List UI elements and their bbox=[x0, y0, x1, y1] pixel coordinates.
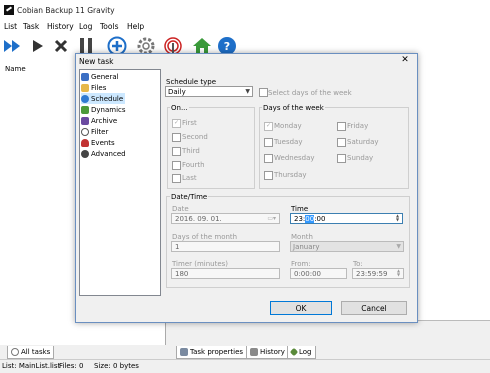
friday-checkbox[interactable] bbox=[337, 122, 346, 133]
from-time-field[interactable]: 0:00:00 bbox=[290, 268, 347, 279]
wednesday-label: Wednesday bbox=[274, 154, 315, 162]
tree-item-filter[interactable]: Filter bbox=[81, 126, 110, 137]
run-all-button[interactable] bbox=[3, 36, 23, 56]
menu-tools[interactable]: Tools bbox=[100, 22, 118, 31]
tree-item-files[interactable]: Files bbox=[81, 82, 108, 93]
ok-button[interactable]: OK bbox=[270, 301, 332, 315]
on-second-checkbox[interactable] bbox=[172, 133, 181, 144]
tab-all-tasks[interactable]: All tasks bbox=[7, 346, 55, 359]
month-select[interactable]: January ▼ bbox=[290, 241, 404, 252]
on-third-label: Third bbox=[182, 147, 200, 155]
tree-item-general[interactable]: General bbox=[81, 71, 121, 82]
date-label: Date bbox=[172, 205, 189, 213]
tree-item-events[interactable]: Events bbox=[81, 137, 117, 148]
days-of-month-label: Days of the month bbox=[172, 233, 238, 241]
time-label: Time bbox=[291, 205, 309, 213]
to-spin-icon[interactable]: ▲ ▼ bbox=[395, 269, 402, 278]
advanced-icon bbox=[81, 149, 89, 158]
schedule-type-select[interactable]: Daily ▼ bbox=[165, 86, 253, 97]
log-icon bbox=[289, 347, 299, 357]
chevron-down-icon: ▼ bbox=[245, 88, 250, 95]
select-days-checkbox[interactable] bbox=[259, 88, 268, 99]
tree-item-archive[interactable]: Archive bbox=[81, 115, 119, 126]
tree-item-schedule[interactable]: Schedule bbox=[81, 93, 126, 104]
cancel-task-button[interactable] bbox=[51, 36, 71, 56]
days-of-month-field[interactable]: 1 bbox=[171, 241, 280, 252]
wednesday-checkbox[interactable] bbox=[264, 154, 273, 165]
sunday-label: Sunday bbox=[347, 154, 374, 162]
stop-x-icon bbox=[54, 39, 68, 53]
tab-history[interactable]: History bbox=[246, 346, 289, 359]
month-chevron-down-icon: ▼ bbox=[396, 243, 401, 250]
menu-log[interactable]: Log bbox=[79, 22, 92, 31]
tab-log[interactable]: Log bbox=[287, 346, 316, 359]
general-icon bbox=[81, 72, 89, 81]
date-time-label: Date/Time bbox=[170, 193, 209, 201]
time-field[interactable]: 23: 00:00 ▲ ▼ bbox=[290, 213, 403, 224]
schedule-type-label: Schedule type bbox=[166, 78, 217, 86]
menu-task[interactable]: Task bbox=[23, 22, 39, 31]
name-column-header[interactable]: Name bbox=[5, 65, 26, 73]
on-first-label: First bbox=[182, 119, 197, 127]
run-button[interactable] bbox=[28, 36, 48, 56]
thursday-label: Thursday bbox=[274, 171, 307, 179]
play-icon bbox=[33, 40, 43, 52]
spin-icon[interactable]: ▲ ▼ bbox=[394, 214, 401, 223]
to-label: To: bbox=[353, 260, 363, 268]
filter-icon bbox=[81, 127, 89, 136]
select-days-label: Select days of the week bbox=[268, 89, 352, 97]
on-last-label: Last bbox=[182, 174, 197, 182]
on-fourth-label: Fourth bbox=[182, 161, 205, 169]
tree-item-dynamics[interactable]: Dynamics bbox=[81, 104, 128, 115]
monday-label: Monday bbox=[274, 122, 302, 130]
on-fourth-checkbox[interactable] bbox=[172, 161, 181, 172]
tuesday-checkbox[interactable] bbox=[264, 138, 273, 149]
tab-task-properties[interactable]: Task properties bbox=[176, 346, 248, 359]
cancel-button[interactable]: Cancel bbox=[341, 301, 407, 315]
history-icon bbox=[250, 348, 258, 356]
on-first-checkbox[interactable] bbox=[172, 119, 181, 128]
svg-text:?: ? bbox=[224, 40, 230, 53]
to-time-field[interactable]: 23:59:59 ▲ ▼ bbox=[352, 268, 404, 279]
on-group-label: On... bbox=[170, 104, 189, 112]
date-field[interactable]: 2016. 09. 01. ▭▾ bbox=[171, 213, 280, 224]
status-size: Size: 0 bytes bbox=[94, 362, 139, 370]
events-icon bbox=[81, 138, 89, 147]
dynamics-icon bbox=[81, 105, 89, 114]
status-list: List: MainList.list bbox=[2, 362, 61, 370]
monday-checkbox[interactable] bbox=[264, 122, 273, 131]
app-logo-icon bbox=[4, 5, 14, 15]
menu-list[interactable]: List bbox=[4, 22, 17, 31]
files-icon bbox=[81, 83, 89, 92]
status-files: Files: 0 bbox=[59, 362, 84, 370]
timer-label: Timer (minutes) bbox=[172, 260, 229, 268]
properties-footer bbox=[170, 320, 490, 346]
archive-icon bbox=[81, 116, 89, 125]
task-properties-icon bbox=[180, 348, 188, 356]
calendar-icon: ▭▾ bbox=[267, 215, 276, 222]
from-label: From: bbox=[291, 260, 311, 268]
app-title: Cobian Backup 11 Gravity bbox=[17, 6, 115, 15]
on-second-label: Second bbox=[182, 133, 208, 141]
tree-item-advanced[interactable]: Advanced bbox=[81, 148, 128, 159]
month-label: Month bbox=[291, 233, 313, 241]
thursday-checkbox[interactable] bbox=[264, 171, 273, 182]
menu-help[interactable]: Help bbox=[127, 22, 144, 31]
days-of-week-label: Days of the week bbox=[262, 104, 325, 112]
run-all-icon bbox=[4, 40, 20, 52]
on-third-checkbox[interactable] bbox=[172, 147, 181, 158]
all-tasks-icon bbox=[11, 348, 19, 356]
dialog-close-button[interactable]: ✕ bbox=[399, 55, 411, 65]
timer-field[interactable]: 180 bbox=[171, 268, 280, 279]
menu-history[interactable]: History bbox=[47, 22, 74, 31]
friday-label: Friday bbox=[347, 122, 369, 130]
on-last-checkbox[interactable] bbox=[172, 174, 181, 185]
tuesday-label: Tuesday bbox=[274, 138, 303, 146]
schedule-icon bbox=[81, 94, 89, 103]
dialog-title: New task bbox=[79, 57, 114, 66]
time-selected-segment: 00 bbox=[305, 214, 315, 223]
sunday-checkbox[interactable] bbox=[337, 154, 346, 165]
saturday-label: Saturday bbox=[347, 138, 379, 146]
saturday-checkbox[interactable] bbox=[337, 138, 346, 149]
